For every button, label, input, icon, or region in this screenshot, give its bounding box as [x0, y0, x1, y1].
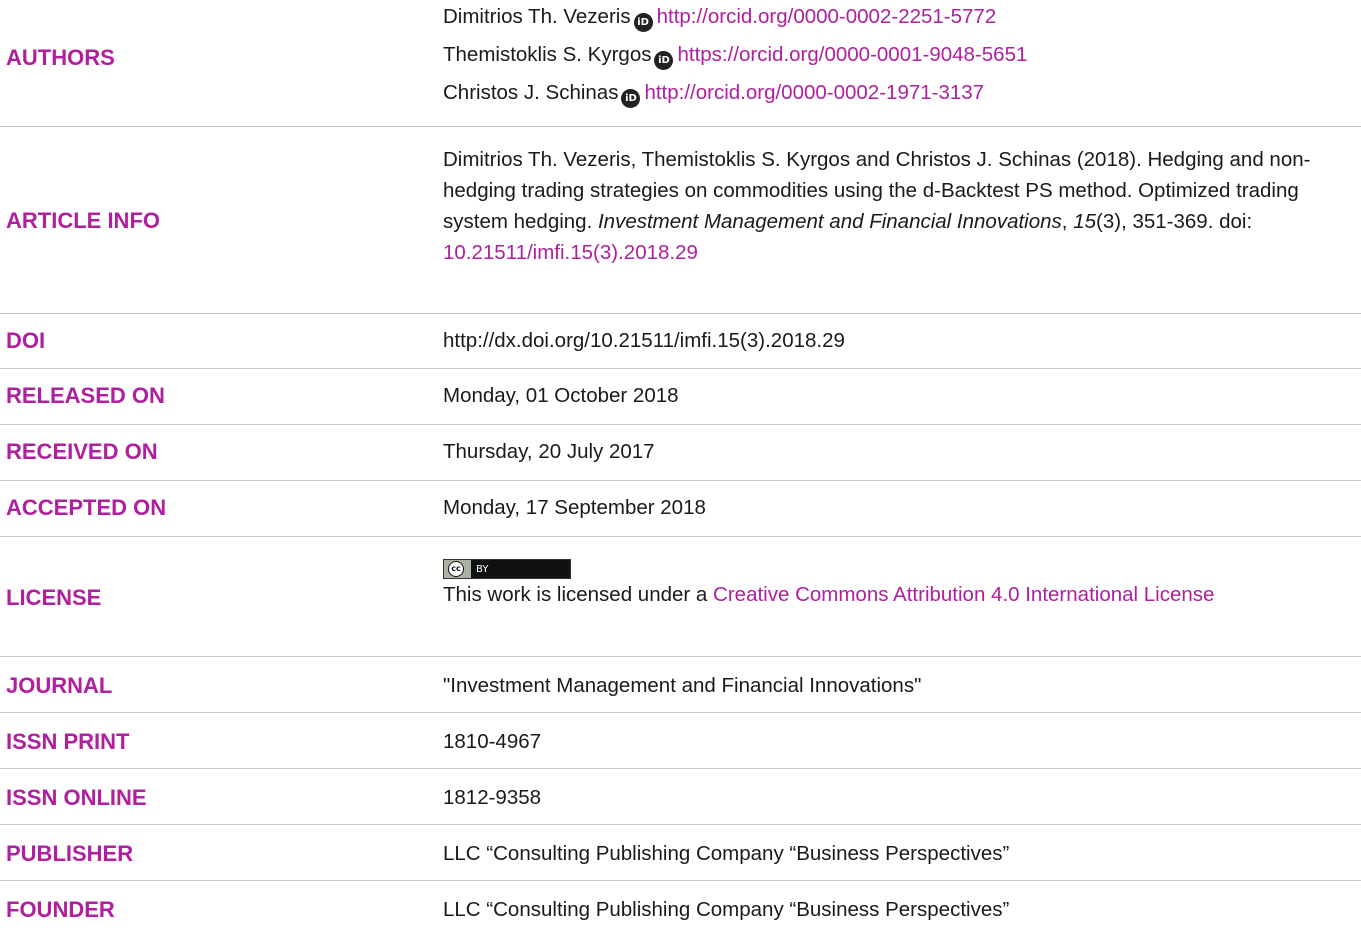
license-label: LICENSE — [6, 585, 102, 610]
citation-issue-pages: (3), 351-369. doi: — [1096, 210, 1253, 233]
received-on-label: RECEIVED ON — [6, 439, 158, 464]
issn-online-label: ISSN ONLINE — [6, 785, 147, 810]
row-divider — [0, 768, 1361, 769]
authors-label: AUTHORS — [6, 45, 115, 70]
issn-print-value: 1810-4967 — [443, 730, 542, 753]
row-divider — [0, 824, 1361, 825]
author-row: Christos J. Schinas iD http://orcid.org/00… — [443, 77, 1333, 108]
license-prefix: This work is licensed under a — [443, 583, 714, 606]
publisher-label: PUBLISHER — [6, 841, 134, 866]
orcid-icon: iD — [621, 89, 641, 108]
author-name: Christos J. Schinas — [443, 81, 619, 104]
doi-value: http://dx.doi.org/10.21511/imfi.15(3).20… — [443, 329, 845, 352]
orcid-link[interactable]: http://orcid.org/0000-0002-2251-5772 — [657, 5, 997, 28]
citation-doi-link[interactable]: 10.21511/imfi.15(3).2018.29 — [443, 241, 698, 264]
citation-volume: 15 — [1073, 210, 1097, 233]
accepted-on-value: Monday, 17 September 2018 — [443, 496, 706, 519]
license-value: cc BY This work is licensed under a Crea… — [443, 549, 1333, 610]
row-divider — [0, 424, 1361, 425]
released-on-value: Monday, 01 October 2018 — [443, 384, 679, 407]
article-info-label: ARTICLE INFO — [6, 208, 160, 233]
journal-value: "Investment Management and Financial Inn… — [443, 674, 922, 697]
orcid-link[interactable]: http://orcid.org/0000-0002-1971-3137 — [644, 81, 984, 104]
license-text: This work is licensed under a Creative C… — [443, 579, 1333, 610]
orcid-icon: iD — [654, 51, 674, 70]
doi-label: DOI — [6, 328, 46, 353]
cc-by-badge[interactable]: cc BY — [443, 559, 571, 579]
row-divider — [0, 880, 1361, 881]
journal-label: JOURNAL — [6, 673, 113, 698]
accepted-on-label: ACCEPTED ON — [6, 495, 167, 520]
author-name: Themistoklis S. Kyrgos — [443, 43, 652, 66]
row-divider — [0, 368, 1361, 369]
orcid-icon: iD — [633, 13, 653, 32]
authors-list: Dimitrios Th. Vezeris iD http://orcid.org/… — [443, 1, 1333, 108]
license-link[interactable]: Creative Commons Attribution 4.0 Interna… — [713, 583, 1214, 606]
article-citation: Dimitrios Th. Vezeris, Themistoklis S. K… — [443, 144, 1333, 268]
orcid-link[interactable]: https://orcid.org/0000-0001-9048-5651 — [677, 43, 1027, 66]
author-name: Dimitrios Th. Vezeris — [443, 5, 631, 28]
publisher-value: LLC “Consulting Publishing Company “Busi… — [443, 842, 1010, 865]
row-divider — [0, 656, 1361, 657]
founder-label: FOUNDER — [6, 897, 115, 922]
row-divider — [0, 480, 1361, 481]
row-divider — [0, 536, 1361, 537]
author-row: Dimitrios Th. Vezeris iD http://orcid.org/… — [443, 1, 1333, 32]
row-divider — [0, 126, 1361, 127]
issn-print-label: ISSN PRINT — [6, 729, 130, 754]
citation-journal: Investment Management and Financial Inno… — [597, 210, 1062, 233]
author-row: Themistoklis S. Kyrgos iD https://orcid.or… — [443, 39, 1333, 70]
row-divider — [0, 313, 1361, 314]
released-on-label: RELEASED ON — [6, 383, 165, 408]
issn-online-value: 1812-9358 — [443, 786, 542, 809]
cc-badge-wrap: cc BY — [443, 549, 1333, 579]
row-divider — [0, 712, 1361, 713]
founder-value: LLC “Consulting Publishing Company “Busi… — [443, 898, 1010, 921]
citation-separator: , — [1061, 210, 1074, 233]
received-on-value: Thursday, 20 July 2017 — [443, 440, 655, 463]
cc-icon: cc — [444, 560, 471, 578]
